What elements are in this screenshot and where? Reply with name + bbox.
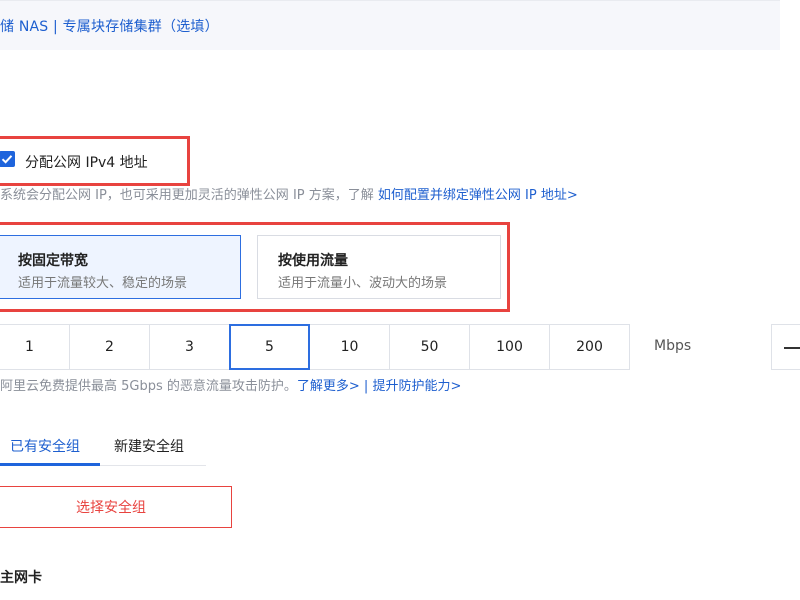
bandwidth-option[interactable]: 50 — [389, 324, 470, 370]
bandwidth-option[interactable]: 1 — [0, 324, 70, 370]
primary-nic-label: 主网卡 — [0, 570, 42, 586]
bandwidth-option[interactable]: 2 — [69, 324, 150, 370]
ipv4-highlight-box: 分配公网 IPv4 地址 — [0, 136, 190, 186]
upgrade-protection-link[interactable]: 提升防护能力> — [372, 379, 461, 394]
billing-option-fixed-bandwidth[interactable]: 按固定带宽 适用于流量较大、稳定的场景 — [0, 235, 241, 299]
bandwidth-selector: 1 2 3 5 10 50 100 200 — [0, 324, 630, 370]
billing-option-traffic[interactable]: 按使用流量 适用于流量小、波动大的场景 — [257, 235, 501, 299]
ipv4-checkbox[interactable] — [0, 151, 15, 167]
bandwidth-option[interactable]: 100 — [469, 324, 550, 370]
billing-method-highlight-box: 按固定带宽 适用于流量较大、稳定的场景 按使用流量 适用于流量小、波动大的场景 — [0, 222, 510, 312]
tab-existing-security-group[interactable]: 已有安全组 — [10, 436, 80, 456]
bandwidth-unit: Mbps — [654, 338, 692, 354]
select-security-group-button[interactable]: 选择安全组 — [0, 486, 232, 528]
billing-option-desc: 适用于流量小、波动大的场景 — [278, 276, 448, 291]
billing-option-title: 按固定带宽 — [18, 253, 88, 269]
link-separator: | — [359, 379, 373, 394]
bandwidth-option-selected[interactable]: 5 — [229, 324, 310, 370]
eip-config-link[interactable]: 如何配置并绑定弹性公网 IP 地址> — [378, 188, 578, 203]
bandwidth-option[interactable]: 200 — [549, 324, 630, 370]
ipv4-checkbox-label[interactable]: 分配公网 IPv4 地址 — [25, 152, 148, 172]
billing-option-title: 按使用流量 — [278, 253, 348, 269]
active-tab-indicator — [0, 463, 100, 466]
learn-more-link[interactable]: 了解更多> — [297, 379, 360, 394]
bandwidth-option[interactable]: 10 — [309, 324, 390, 370]
ddos-protection-note: 阿里云免费提供最高 5Gbps 的恶意流量攻击防护。了解更多> | 提升防护能力… — [0, 375, 461, 394]
ipv4-hint: 系统会分配公网 IP，也可采用更加灵活的弹性公网 IP 方案，了解 如何配置并绑… — [0, 184, 578, 203]
billing-option-desc: 适用于流量较大、稳定的场景 — [18, 276, 188, 291]
bandwidth-option[interactable]: 3 — [149, 324, 230, 370]
protection-text: 阿里云免费提供最高 5Gbps 的恶意流量攻击防护。 — [0, 379, 297, 394]
security-group-tabs: 已有安全组 新建安全组 — [0, 432, 206, 466]
bandwidth-decrement-button[interactable] — [771, 324, 800, 370]
checkmark-icon — [1, 155, 13, 164]
tab-new-security-group[interactable]: 新建安全组 — [114, 436, 184, 456]
ipv4-hint-text: 系统会分配公网 IP，也可采用更加灵活的弹性公网 IP 方案，了解 — [0, 188, 378, 203]
storage-nas-link[interactable]: 储 NAS | 专属块存储集群（选填） — [0, 16, 219, 36]
